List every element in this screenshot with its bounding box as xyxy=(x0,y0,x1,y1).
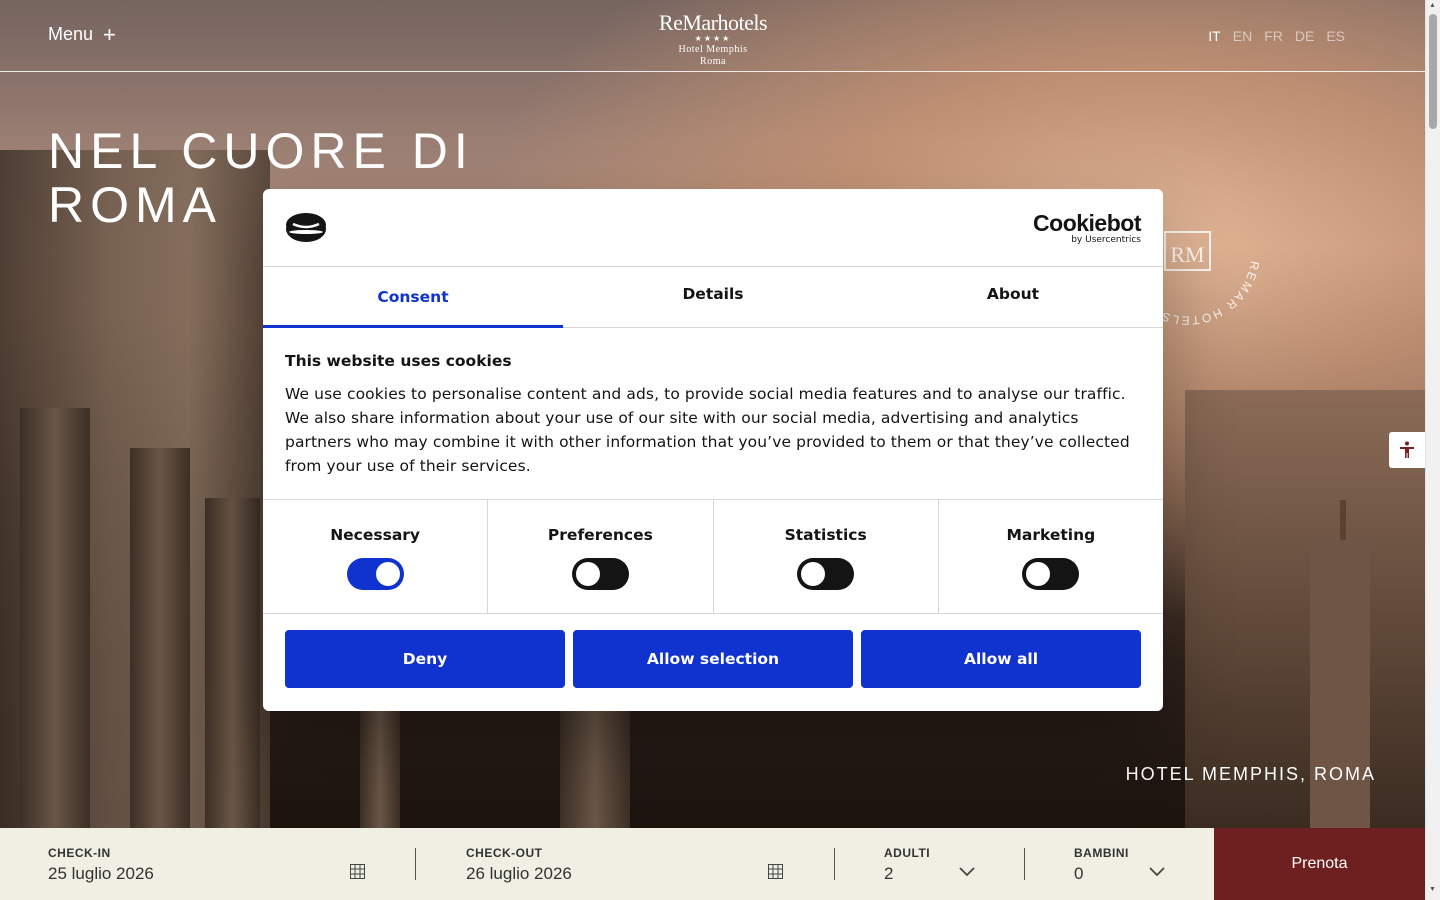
dialog-title: This website uses cookies xyxy=(285,352,512,370)
deny-button[interactable]: Deny xyxy=(285,630,565,688)
cookie-overlay: Cookiebot by Usercentrics Consent Detail… xyxy=(0,0,1440,900)
category-label: Preferences xyxy=(547,526,653,544)
dialog-tabs: Consent Details About xyxy=(263,267,1163,328)
dialog-header: Cookiebot by Usercentrics xyxy=(263,189,1163,267)
toggle-knob xyxy=(575,562,600,586)
cookiebot-sub: by Usercentrics xyxy=(1071,235,1141,245)
toggle-knob xyxy=(801,562,826,586)
category-necessary: Necessary xyxy=(263,500,489,613)
tab-consent[interactable]: Consent xyxy=(263,267,563,328)
cookiebot-brand[interactable]: Cookiebot by Usercentrics xyxy=(1033,211,1141,245)
toggle-knob xyxy=(1026,562,1051,586)
category-statistics: Statistics xyxy=(714,500,939,613)
allow-all-button[interactable]: Allow all xyxy=(861,630,1141,688)
cookie-logo-icon xyxy=(286,213,326,242)
dialog-text: We use cookies to personalise content an… xyxy=(285,385,1130,475)
cookiebot-name: Cookiebot xyxy=(1033,210,1141,236)
category-label: Marketing xyxy=(1006,526,1096,544)
necessary-toggle[interactable] xyxy=(346,558,404,590)
category-label: Statistics xyxy=(784,526,867,544)
statistics-toggle[interactable] xyxy=(797,558,855,590)
cookie-categories: Necessary Preferences Statistics Marketi… xyxy=(263,500,1163,614)
category-marketing: Marketing xyxy=(939,500,1163,613)
category-label: Necessary xyxy=(330,526,421,544)
marketing-toggle[interactable] xyxy=(1022,558,1080,590)
allow-selection-button[interactable]: Allow selection xyxy=(573,630,853,688)
toggle-knob xyxy=(375,562,400,586)
dialog-body: This website uses cookies We use cookies… xyxy=(263,328,1163,500)
category-preferences: Preferences xyxy=(488,500,714,613)
preferences-toggle[interactable] xyxy=(571,558,629,590)
tab-details[interactable]: Details xyxy=(563,267,863,327)
tab-about[interactable]: About xyxy=(863,267,1163,327)
cookie-consent-dialog: Cookiebot by Usercentrics Consent Detail… xyxy=(263,189,1163,711)
dialog-actions: Deny Allow selection Allow all xyxy=(263,614,1163,704)
